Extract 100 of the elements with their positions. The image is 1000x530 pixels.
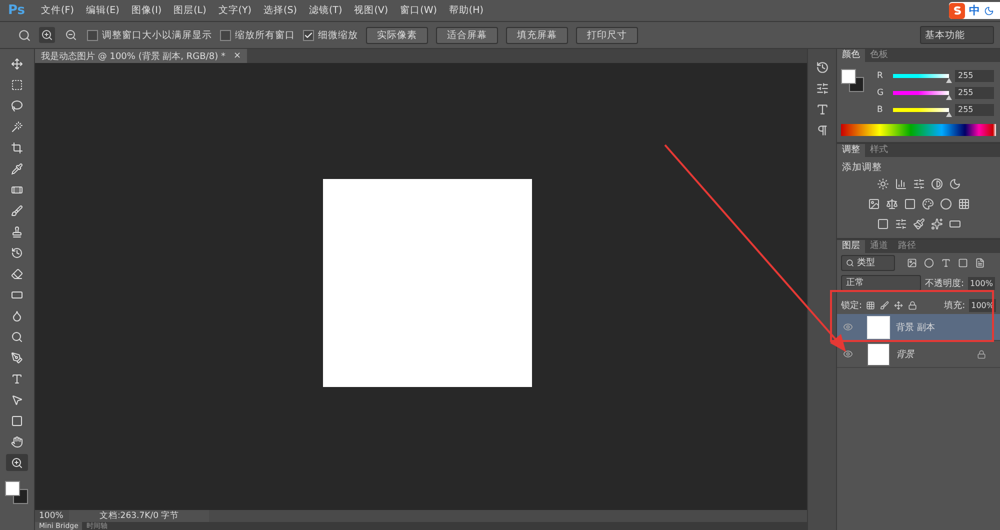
image-icon[interactable] bbox=[907, 258, 917, 268]
adjustment-icon[interactable] bbox=[886, 198, 898, 210]
layer-name: 背景 副本 bbox=[896, 322, 936, 334]
character-icon[interactable] bbox=[816, 103, 828, 116]
brush-icon[interactable] bbox=[11, 204, 23, 216]
wand-icon[interactable] bbox=[11, 120, 23, 132]
adjustment-icon[interactable] bbox=[922, 198, 934, 210]
layer-thumbnail bbox=[867, 316, 890, 338]
shape-icon[interactable] bbox=[958, 258, 968, 268]
lock-pixels-icon[interactable] bbox=[866, 301, 876, 310]
document-tab[interactable]: 我是动态图片 @ 100% (背景 副本, RGB/8) * × bbox=[35, 49, 247, 63]
lasso-icon[interactable] bbox=[11, 100, 23, 112]
panel-tab[interactable]: 颜色 bbox=[837, 49, 865, 62]
adjustment-icon[interactable] bbox=[930, 218, 942, 230]
adjustment-icon[interactable] bbox=[876, 218, 888, 230]
check-icon bbox=[304, 30, 313, 40]
history-brush-icon[interactable] bbox=[11, 246, 23, 258]
option-button[interactable]: 实际像素 bbox=[366, 26, 428, 44]
ime-mode[interactable]: 中 bbox=[969, 3, 980, 18]
lock-icon[interactable] bbox=[908, 301, 918, 310]
menu-item[interactable]: 帮助(H) bbox=[442, 4, 490, 17]
zoom-tool[interactable] bbox=[6, 454, 28, 471]
option-button[interactable]: 打印尺寸 bbox=[576, 26, 638, 44]
crop-icon[interactable] bbox=[11, 142, 23, 154]
opacity-field[interactable]: 100% bbox=[968, 276, 995, 290]
history-icon[interactable] bbox=[816, 61, 828, 74]
color-spectrum[interactable] bbox=[841, 124, 996, 136]
text-icon[interactable] bbox=[941, 258, 951, 268]
panel-tab[interactable]: 样式 bbox=[865, 144, 893, 157]
panel-tab[interactable]: 色板 bbox=[865, 49, 893, 62]
menu-item[interactable]: 编辑(E) bbox=[80, 4, 126, 17]
menu-item[interactable]: 文字(Y) bbox=[212, 4, 258, 17]
checkbox-label: 细微缩放 bbox=[318, 28, 358, 42]
adjustment-icon[interactable] bbox=[958, 198, 970, 210]
zoom-out-button[interactable] bbox=[63, 27, 79, 43]
color-swatches[interactable] bbox=[5, 481, 29, 505]
menu-item[interactable]: 视图(V) bbox=[348, 4, 394, 17]
zoom-icon[interactable] bbox=[11, 456, 23, 468]
option-button[interactable]: 填充屏幕 bbox=[506, 26, 568, 44]
adjustment-icon[interactable] bbox=[876, 178, 888, 190]
text-icon[interactable] bbox=[11, 372, 23, 384]
panel-tab[interactable]: 图层 bbox=[837, 240, 865, 253]
hand-icon[interactable] bbox=[11, 436, 23, 448]
close-icon[interactable]: × bbox=[233, 51, 241, 61]
menu-item[interactable]: 图像(I) bbox=[125, 4, 168, 17]
color-swatches[interactable] bbox=[841, 69, 865, 93]
checkbox[interactable] bbox=[87, 30, 98, 40]
channel-label: R bbox=[877, 70, 884, 80]
properties-icon[interactable] bbox=[816, 82, 828, 95]
adjustment-icon[interactable] bbox=[904, 198, 916, 210]
menu-item[interactable]: 文件(F) bbox=[35, 4, 80, 17]
adjustment-icon[interactable] bbox=[940, 198, 952, 210]
circle-icon[interactable] bbox=[924, 258, 934, 268]
move-icon[interactable] bbox=[11, 58, 23, 70]
move-icon[interactable] bbox=[894, 301, 904, 310]
adjustment-icon[interactable] bbox=[894, 218, 906, 230]
pointer-icon[interactable] bbox=[11, 394, 23, 406]
zoom-tool-icon[interactable] bbox=[18, 28, 31, 42]
brush-icon[interactable] bbox=[880, 301, 890, 310]
workspace-select[interactable]: 基本功能 bbox=[920, 26, 994, 44]
layer-thumbnail bbox=[867, 342, 890, 366]
menu-item[interactable]: 选择(S) bbox=[258, 4, 303, 17]
droplet-icon[interactable] bbox=[11, 310, 23, 322]
eyedropper-icon[interactable] bbox=[11, 162, 23, 174]
layer-row[interactable]: 背景 副本 bbox=[837, 314, 1000, 341]
channel-value-field[interactable]: 255 bbox=[955, 86, 994, 98]
channel-value-field[interactable]: 255 bbox=[955, 70, 994, 82]
moon-icon[interactable] bbox=[984, 6, 994, 16]
checkbox[interactable] bbox=[303, 30, 314, 40]
panel-tab[interactable]: 通道 bbox=[865, 240, 893, 253]
adjustment-icon[interactable] bbox=[868, 198, 880, 210]
adjustment-icon[interactable] bbox=[894, 178, 906, 190]
option-button[interactable]: 适合屏幕 bbox=[436, 26, 498, 44]
adjustment-icon[interactable] bbox=[948, 218, 960, 230]
app-logo: Ps bbox=[7, 3, 26, 18]
eraser-icon[interactable] bbox=[11, 268, 23, 280]
adjustment-icon[interactable] bbox=[912, 218, 924, 230]
eye-icon[interactable] bbox=[843, 349, 853, 359]
menu-item[interactable]: 滤镜(T) bbox=[302, 4, 348, 17]
panel-tab[interactable]: 调整 bbox=[837, 144, 865, 157]
dashed-rectangle-icon[interactable] bbox=[11, 78, 23, 90]
menu-item[interactable]: 窗口(W) bbox=[394, 4, 443, 17]
paragraph-icon[interactable] bbox=[816, 124, 828, 137]
bandage-icon[interactable] bbox=[11, 184, 23, 196]
blend-mode-select[interactable]: 正常 bbox=[841, 275, 921, 291]
stamp-icon[interactable] bbox=[11, 226, 23, 238]
adjustment-icon[interactable] bbox=[948, 178, 960, 190]
layer-row[interactable]: 背景 bbox=[837, 341, 1000, 368]
rectangle-icon[interactable] bbox=[11, 414, 23, 426]
checkbox[interactable] bbox=[220, 30, 231, 40]
document-icon[interactable] bbox=[975, 258, 985, 268]
channel-value-field[interactable]: 255 bbox=[955, 104, 994, 116]
adjustment-icon[interactable] bbox=[912, 178, 924, 190]
filter-select[interactable]: 类型 bbox=[841, 255, 895, 271]
panel-tab[interactable]: 路径 bbox=[893, 240, 921, 253]
zoom-in-button[interactable] bbox=[39, 27, 55, 43]
menu-item[interactable]: 图层(L) bbox=[168, 4, 212, 17]
adjustment-icon[interactable] bbox=[930, 178, 942, 190]
layer-name: 背景 bbox=[896, 348, 916, 360]
pen-icon[interactable] bbox=[11, 352, 23, 364]
